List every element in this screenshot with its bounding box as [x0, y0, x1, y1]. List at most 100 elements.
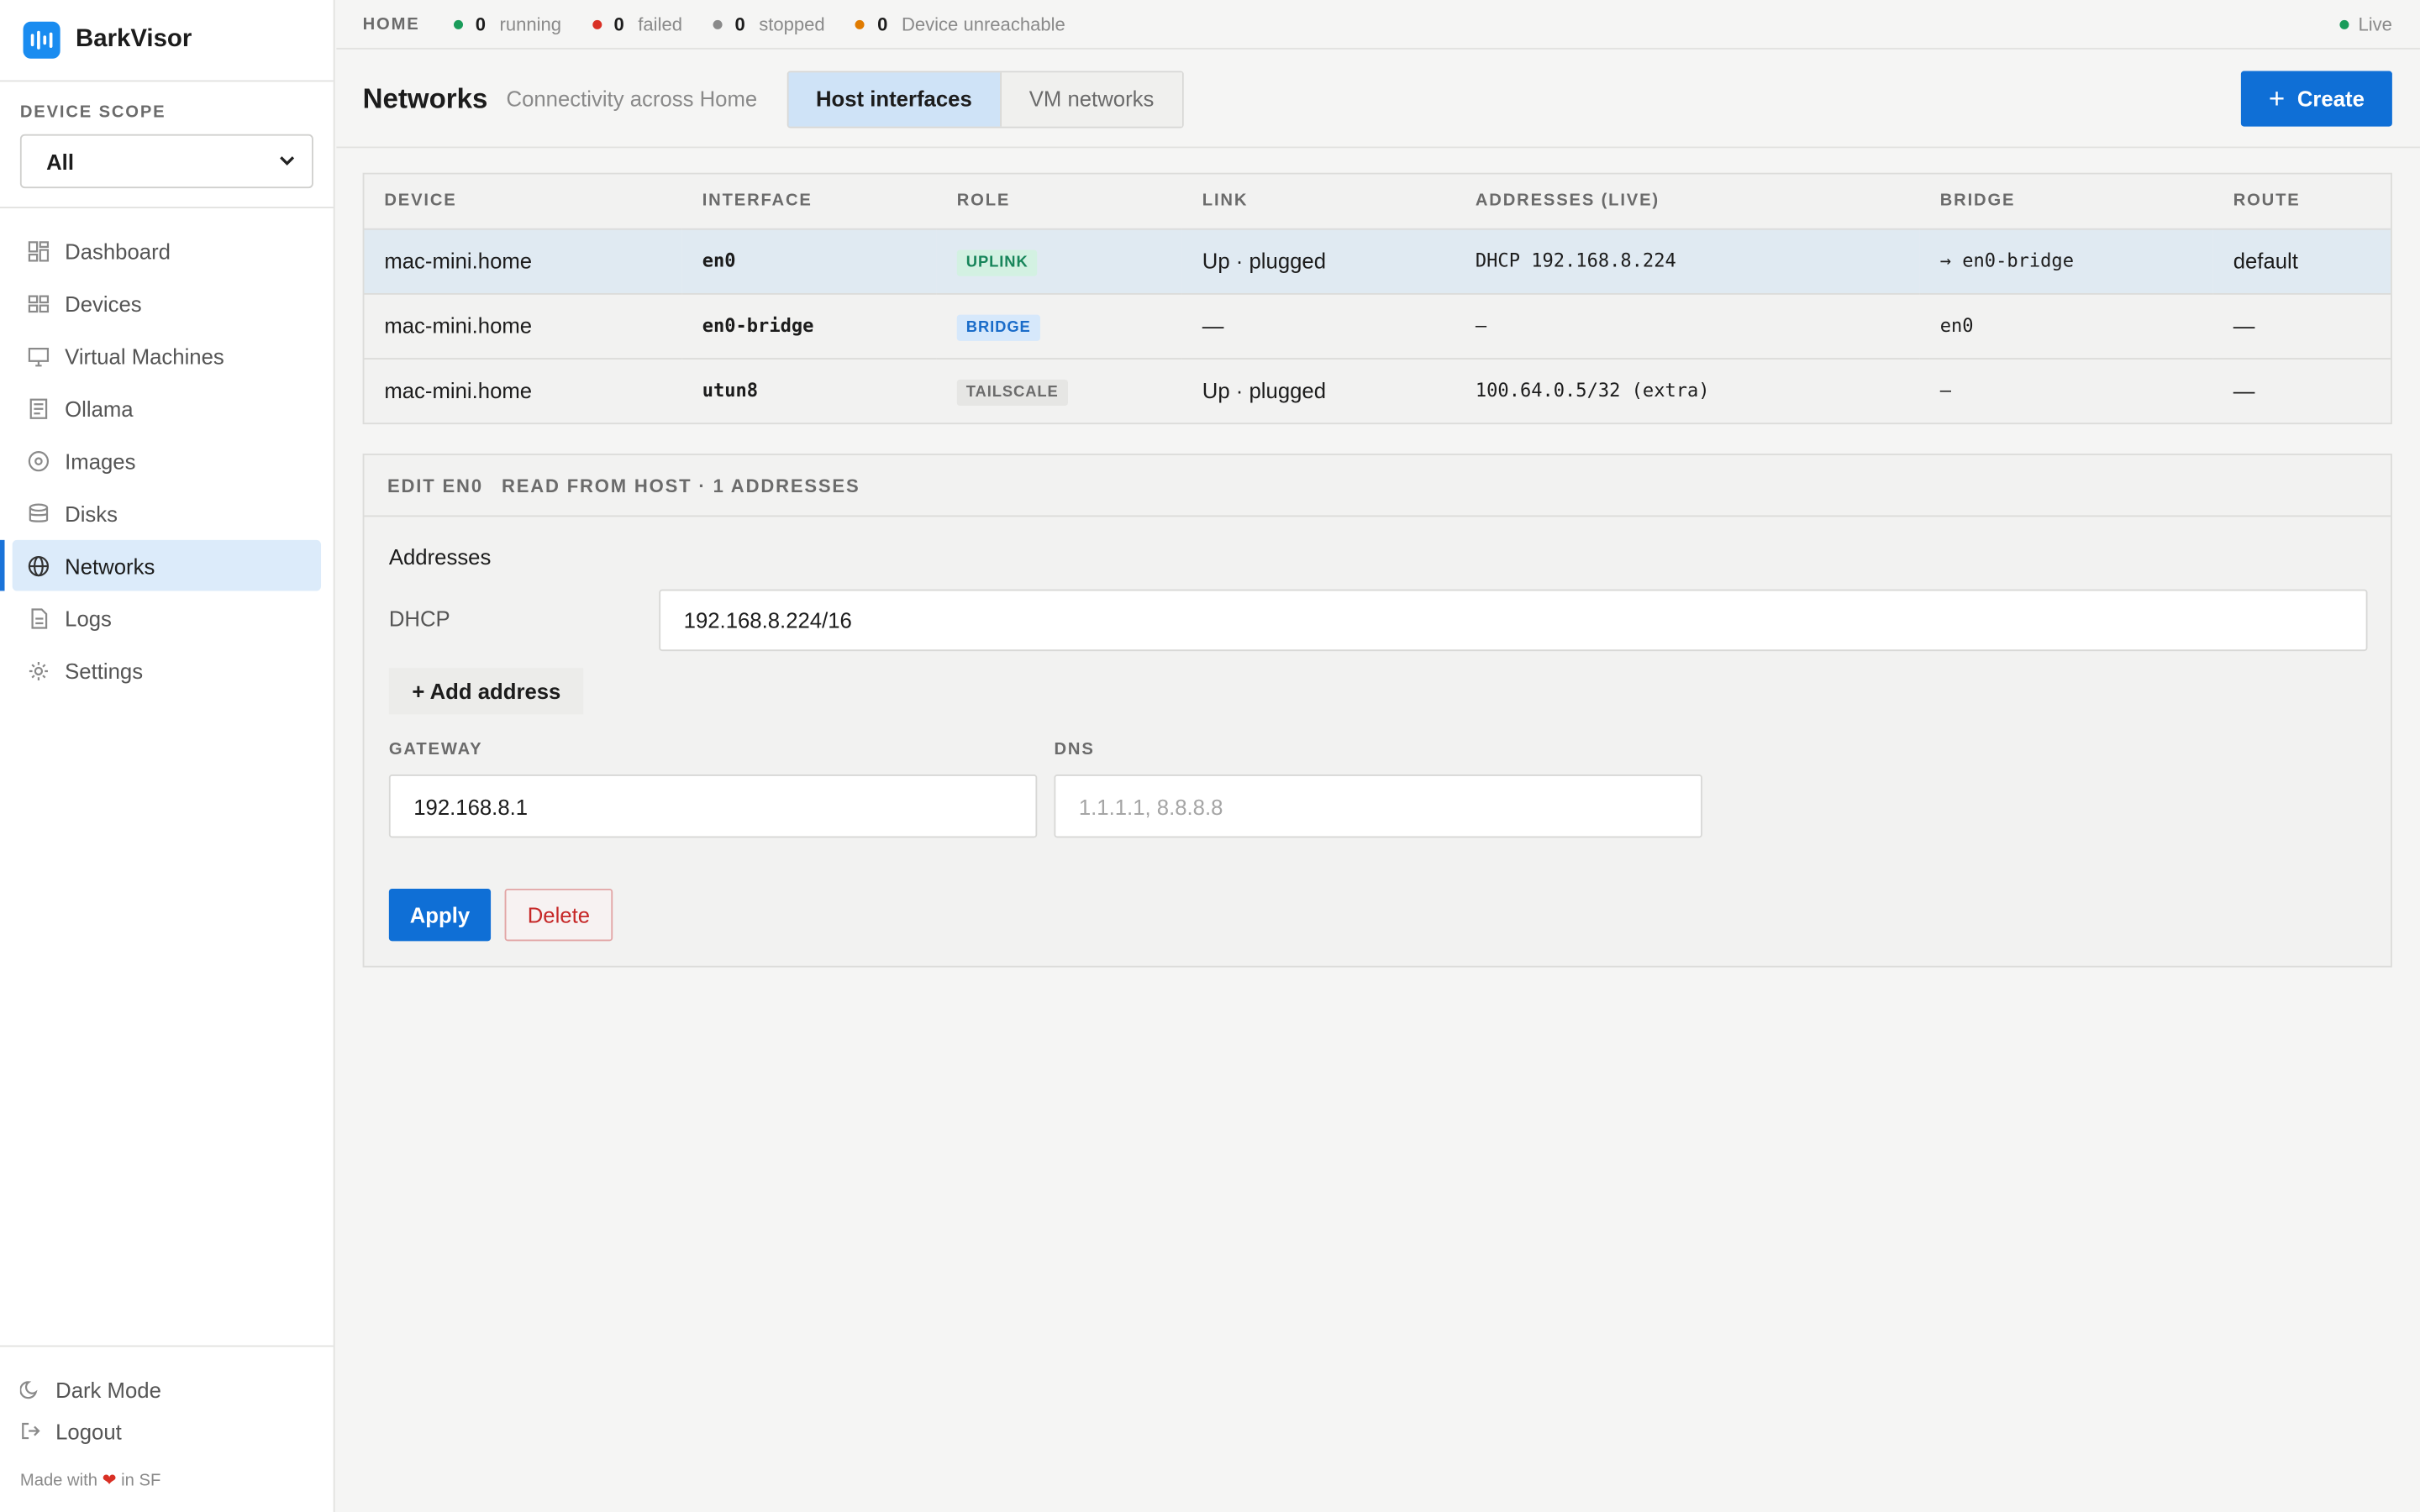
column-header-device[interactable]: DEVICE [364, 174, 682, 229]
nav-item-images[interactable]: Images [13, 435, 321, 486]
dashboard-icon [26, 239, 50, 263]
monitor-icon [26, 344, 50, 368]
devices-icon [26, 291, 50, 315]
nav-item-virtual-machines[interactable]: Virtual Machines [13, 330, 321, 381]
dark-mode-label: Dark Mode [55, 1377, 161, 1402]
breadcrumb-home[interactable]: HOME [363, 14, 420, 33]
dark-mode-toggle[interactable]: Dark Mode [19, 1368, 313, 1410]
nav-item-devices[interactable]: Devices [13, 278, 321, 329]
role-badge: TAILSCALE [956, 379, 1068, 406]
cell-device: mac-mini.home [364, 228, 682, 294]
page-header: Networks Connectivity across Home Host i… [336, 51, 2420, 149]
tab-vm-networks[interactable]: VM networks [999, 71, 1182, 126]
cell-route: default [2212, 228, 2391, 294]
made-suffix: in SF [121, 1472, 161, 1491]
logout-label: Logout [55, 1418, 122, 1444]
column-header-route[interactable]: ROUTE [2212, 174, 2391, 229]
nav-item-ollama[interactable]: Ollama [13, 383, 321, 434]
cell-bridge: – [1939, 380, 1952, 402]
cell-interface: utun8 [702, 380, 759, 402]
tab-host-interfaces[interactable]: Host interfaces [787, 71, 1000, 126]
device-scope-label: DEVICE SCOPE [19, 103, 166, 123]
page-title: Networks [362, 82, 488, 113]
moon-icon [19, 1379, 42, 1399]
role-badge: BRIDGE [956, 313, 1040, 340]
running-label: running [499, 13, 562, 35]
add-address-button[interactable]: + Add address [388, 668, 584, 715]
gear-icon [26, 658, 50, 682]
dns-input[interactable]: 1.1.1.1, 8.8.8.8 [1054, 774, 1702, 838]
failed-label: failed [638, 13, 682, 35]
edit-panel-meta: READ FROM HOST · 1 ADDRESSES [501, 474, 860, 496]
interfaces-table: DEVICE INTERFACE ROLE LINK ADDRESSES (LI… [362, 172, 2392, 425]
cell-role: TAILSCALE [937, 358, 1182, 423]
device-scope-select[interactable]: All [19, 134, 313, 189]
column-header-addresses[interactable]: ADDRESSES (LIVE) [1455, 174, 1920, 229]
nav-label: Virtual Machines [65, 343, 224, 369]
nav-label: Images [65, 448, 136, 473]
create-label: Create [2296, 86, 2365, 112]
live-label: Live [2358, 13, 2392, 35]
nav-label: Settings [65, 658, 144, 683]
running-count: 0 [475, 13, 486, 35]
apply-button[interactable]: Apply [388, 888, 492, 942]
dhcp-address-input[interactable]: 192.168.8.224/16 [659, 589, 2368, 652]
table-row[interactable]: mac-mini.home utun8 TAILSCALE Up · plugg… [364, 358, 2391, 423]
logout-button[interactable]: Logout [20, 1410, 313, 1452]
barkvisor-logo-icon [23, 21, 60, 59]
nav-label: Ollama [65, 396, 134, 421]
file-icon [26, 606, 50, 630]
nav-item-networks[interactable]: Networks [0, 539, 322, 591]
cell-role: UPLINK [936, 228, 1182, 294]
nav-item-disks[interactable]: Disks [13, 487, 321, 538]
dhcp-label: DHCP [388, 606, 450, 632]
nav-item-dashboard[interactable]: Dashboard [13, 225, 321, 276]
device-scope-value: All [46, 149, 74, 174]
delete-button[interactable]: Delete [504, 888, 613, 942]
table-row[interactable]: mac-mini.home en0-bridge BRIDGE — – en0 … [364, 292, 2391, 360]
view-tabs: Host interfaces VM networks [786, 70, 1184, 128]
live-indicator: Live [2339, 13, 2392, 35]
heart-icon: ❤ [102, 1472, 117, 1491]
column-header-interface[interactable]: INTERFACE [681, 174, 937, 229]
table-row[interactable]: mac-mini.home en0 UPLINK Up · plugged DH… [364, 228, 2391, 294]
failed-count: 0 [613, 13, 624, 35]
running-dot-icon [453, 18, 464, 29]
column-header-bridge[interactable]: BRIDGE [1919, 174, 2213, 229]
unreachable-label: Device unreachable [901, 13, 1065, 35]
cell-route: — [2233, 378, 2255, 403]
cell-bridge: → en0-bridge [1919, 228, 2213, 294]
failed-dot-icon [592, 18, 602, 29]
unreachable-count: 0 [877, 13, 888, 35]
chevron-down-icon [278, 149, 297, 173]
create-button[interactable]: + Create [2240, 71, 2392, 127]
failed-stat: 0 failed [592, 13, 682, 35]
edit-panel-header: EDIT EN0 READ FROM HOST · 1 ADDRESSES [364, 455, 2391, 517]
sidebar: BarkVisor DEVICE SCOPE All Dashboard Dev… [0, 0, 335, 1512]
role-badge: UPLINK [956, 249, 1038, 276]
nav-label: Dashboard [65, 238, 171, 264]
gateway-input[interactable]: 192.168.8.1 [388, 774, 1038, 838]
nav-item-settings[interactable]: Settings [13, 645, 321, 696]
cell-interface: en0 [681, 228, 937, 294]
column-header-role[interactable]: ROLE [936, 174, 1182, 229]
plus-icon: + [2268, 82, 2286, 113]
logout-icon [20, 1421, 42, 1441]
unreachable-dot-icon [855, 18, 865, 29]
stopped-label: stopped [759, 13, 825, 35]
nav-label: Disks [65, 501, 118, 526]
cell-link: Up · plugged [1202, 378, 1327, 403]
nav-item-logs[interactable]: Logs [13, 592, 321, 643]
brand[interactable]: BarkVisor [0, 0, 334, 82]
gateway-label: GATEWAY [388, 740, 483, 759]
cell-device: mac-mini.home [364, 292, 682, 360]
unreachable-stat: 0 Device unreachable [855, 13, 1065, 35]
disc-icon [26, 449, 50, 473]
page-subtitle: Connectivity across Home [506, 86, 758, 112]
column-header-link[interactable]: LINK [1181, 174, 1456, 229]
cell-link: — [1181, 292, 1456, 360]
cell-device: mac-mini.home [384, 378, 533, 403]
cell-interface: en0-bridge [681, 292, 937, 360]
nav-label: Networks [65, 553, 155, 578]
main-nav: Dashboard Devices Virtual Machines Ollam… [0, 208, 334, 696]
